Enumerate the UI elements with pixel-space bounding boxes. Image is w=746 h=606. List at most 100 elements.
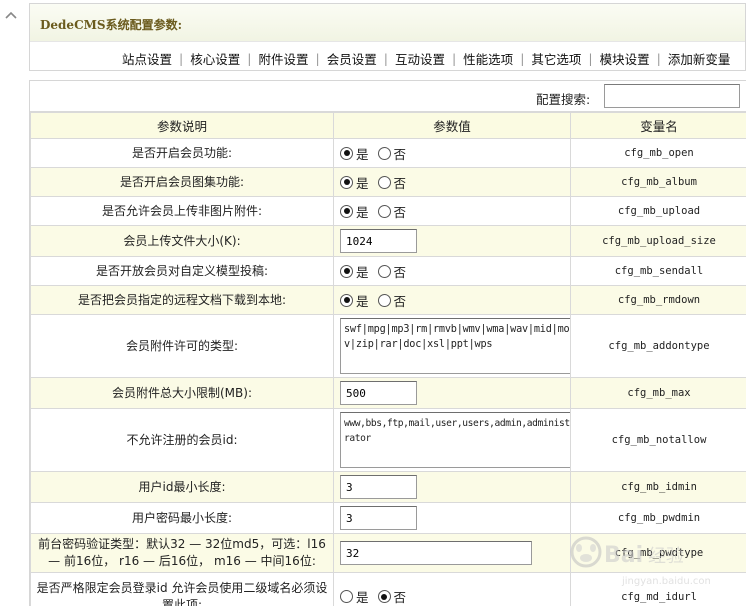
radio-yes[interactable] (340, 146, 353, 160)
config-row: 会员附件总大小限制(MB): cfg_mb_max (30, 377, 746, 409)
param-value-cell: 是否 (333, 138, 571, 168)
config-row: 是否把会员指定的远程文档下载到本地: 是否 cfg_mb_rmdown (30, 285, 746, 315)
variable-name: cfg_mb_notallow (570, 408, 746, 472)
config-row: 会员附件许可的类型: swf|mpg|mp3|rm|rmvb|wmv|wma|wa… (30, 314, 746, 378)
variable-name: cfg_mb_pwdmin (570, 502, 746, 534)
param-value-cell: 是否 (333, 256, 571, 286)
radio-no[interactable] (377, 146, 391, 160)
radio-yes[interactable] (340, 590, 353, 603)
param-value-textarea[interactable]: www,bbs,ftp,mail,user,users,admin,admini… (340, 412, 576, 468)
radio-yes-label: 是 (356, 590, 369, 605)
radio-no[interactable] (377, 264, 391, 278)
radio-no-label: 否 (393, 264, 407, 280)
column-header-var: 变量名 (570, 112, 746, 139)
param-value-cell (333, 502, 571, 534)
variable-name: cfg_mb_rmdown (570, 285, 746, 315)
variable-name: cfg_mb_max (570, 377, 746, 409)
tab-3[interactable]: 会员设置 (321, 49, 383, 68)
config-row: 用户密码最小长度: cfg_mb_pwdmin (30, 502, 746, 534)
config-row: 前台密码验证类型：默认32 — 32位md5，可选：l16 — 前16位， r1… (30, 533, 746, 573)
config-row: 是否开放会员对自定义模型投稿: 是否 cfg_mb_sendall (30, 256, 746, 286)
yes-no-radio-group: 是否 (340, 173, 570, 192)
param-value-cell (333, 471, 571, 503)
yes-no-radio-group: 是否 (340, 291, 570, 310)
config-row: 是否开启会员图集功能: 是否 cfg_mb_album (30, 167, 746, 197)
config-row: 是否严格限定会员登录id 允许会员使用二级域名必须设置此项: 是否 cfg_md_i… (30, 572, 746, 606)
param-description: 是否开放会员对自定义模型投稿: (30, 256, 334, 286)
config-panel: 配置搜索: 参数说明 参数值 变量名 是否开启会员功能: 是否 cfg_mb_ope… (29, 80, 746, 606)
search-label: 配置搜索: (536, 92, 591, 107)
param-value-cell: 是否 (333, 572, 571, 606)
param-value-input[interactable] (340, 506, 417, 530)
column-header-desc: 参数说明 (30, 112, 334, 139)
scroll-up-chevron-icon[interactable] (4, 8, 18, 22)
yes-no-radio-group: 是否 (340, 587, 570, 606)
param-value-input[interactable] (340, 229, 417, 253)
param-description: 是否把会员指定的远程文档下载到本地: (30, 285, 334, 315)
param-value-cell: swf|mpg|mp3|rm|rmvb|wmv|wma|wav|mid|mov|… (333, 314, 576, 378)
tab-8[interactable]: 添加新变量 (662, 49, 737, 68)
param-value-input[interactable] (340, 475, 417, 499)
param-description: 会员附件总大小限制(MB): (30, 377, 334, 409)
tab-2[interactable]: 附件设置 (252, 49, 314, 68)
param-description: 不允许注册的会员id: (30, 408, 334, 472)
config-row: 会员上传文件大小(K): cfg_mb_upload_size (30, 225, 746, 257)
radio-yes[interactable] (340, 175, 353, 189)
yes-no-radio-group: 是否 (340, 202, 570, 221)
config-row: 用户id最小长度: cfg_mb_idmin (30, 471, 746, 503)
search-row: 配置搜索: (30, 81, 746, 112)
config-search-input[interactable] (604, 84, 740, 108)
radio-yes[interactable] (340, 204, 353, 218)
radio-no-label: 否 (393, 146, 407, 162)
column-header-value: 参数值 (333, 112, 571, 139)
tab-0[interactable]: 站点设置 (116, 49, 178, 68)
radio-yes-label: 是 (356, 175, 369, 191)
radio-yes-label: 是 (356, 204, 369, 220)
radio-no[interactable] (377, 590, 391, 603)
radio-no-label: 否 (393, 175, 407, 191)
param-value-cell (333, 225, 571, 257)
tab-7[interactable]: 模块设置 (594, 49, 656, 68)
radio-no[interactable] (377, 175, 391, 189)
radio-no[interactable] (377, 204, 391, 218)
tab-1[interactable]: 核心设置 (184, 49, 246, 68)
variable-name: cfg_mb_upload_size (570, 225, 746, 257)
param-value-input[interactable] (340, 541, 532, 565)
config-header: DedeCMS系统配置参数: 站点设置 | 核心设置 | 附件设置 | 会员设置 | 互动设置 |… (29, 3, 746, 71)
radio-yes[interactable] (340, 264, 353, 278)
radio-yes-label: 是 (356, 146, 369, 162)
param-description: 用户密码最小长度: (30, 502, 334, 534)
tab-4[interactable]: 互动设置 (389, 49, 451, 68)
config-row: 不允许注册的会员id: www,bbs,ftp,mail,user,users,a… (30, 408, 746, 472)
param-value-textarea[interactable]: swf|mpg|mp3|rm|rmvb|wmv|wma|wav|mid|mov|… (340, 318, 576, 374)
config-table: 参数说明 参数值 变量名 是否开启会员功能: 是否 cfg_mb_open 是否开启会… (30, 112, 746, 606)
variable-name: cfg_mb_upload (570, 196, 746, 226)
radio-yes[interactable] (340, 293, 353, 307)
page-title: DedeCMS系统配置参数: (30, 4, 745, 42)
param-description: 是否开启会员图集功能: (30, 167, 334, 197)
config-row: 是否允许会员上传非图片附件: 是否 cfg_mb_upload (30, 196, 746, 226)
radio-no[interactable] (377, 293, 391, 307)
yes-no-radio-group: 是否 (340, 144, 570, 163)
param-value-cell: 是否 (333, 285, 571, 315)
variable-name: cfg_md_idurl (570, 572, 746, 606)
settings-tabs: 站点设置 | 核心设置 | 附件设置 | 会员设置 | 互动设置 | 性能选项 | 其它选项 | 模块设置 |… (116, 48, 736, 68)
variable-name: cfg_mb_idmin (570, 471, 746, 503)
variable-name: cfg_mb_open (570, 138, 746, 168)
param-description: 是否严格限定会员登录id 允许会员使用二级域名必须设置此项: (30, 572, 334, 606)
param-description: 会员附件许可的类型: (30, 314, 334, 378)
variable-name: cfg_mb_album (570, 167, 746, 197)
param-description: 是否开启会员功能: (30, 138, 334, 168)
param-description: 是否允许会员上传非图片附件: (30, 196, 334, 226)
config-row: 是否开启会员功能: 是否 cfg_mb_open (30, 138, 746, 168)
tab-6[interactable]: 其它选项 (525, 49, 587, 68)
yes-no-radio-group: 是否 (340, 262, 570, 281)
param-value-input[interactable] (340, 381, 417, 405)
param-value-cell (333, 377, 571, 409)
param-value-cell (333, 533, 571, 573)
tab-5[interactable]: 性能选项 (457, 49, 519, 68)
variable-name: cfg_mb_addontype (570, 314, 746, 378)
radio-yes-label: 是 (356, 293, 369, 309)
param-value-cell: www,bbs,ftp,mail,user,users,admin,admini… (333, 408, 576, 472)
param-value-cell: 是否 (333, 196, 571, 226)
